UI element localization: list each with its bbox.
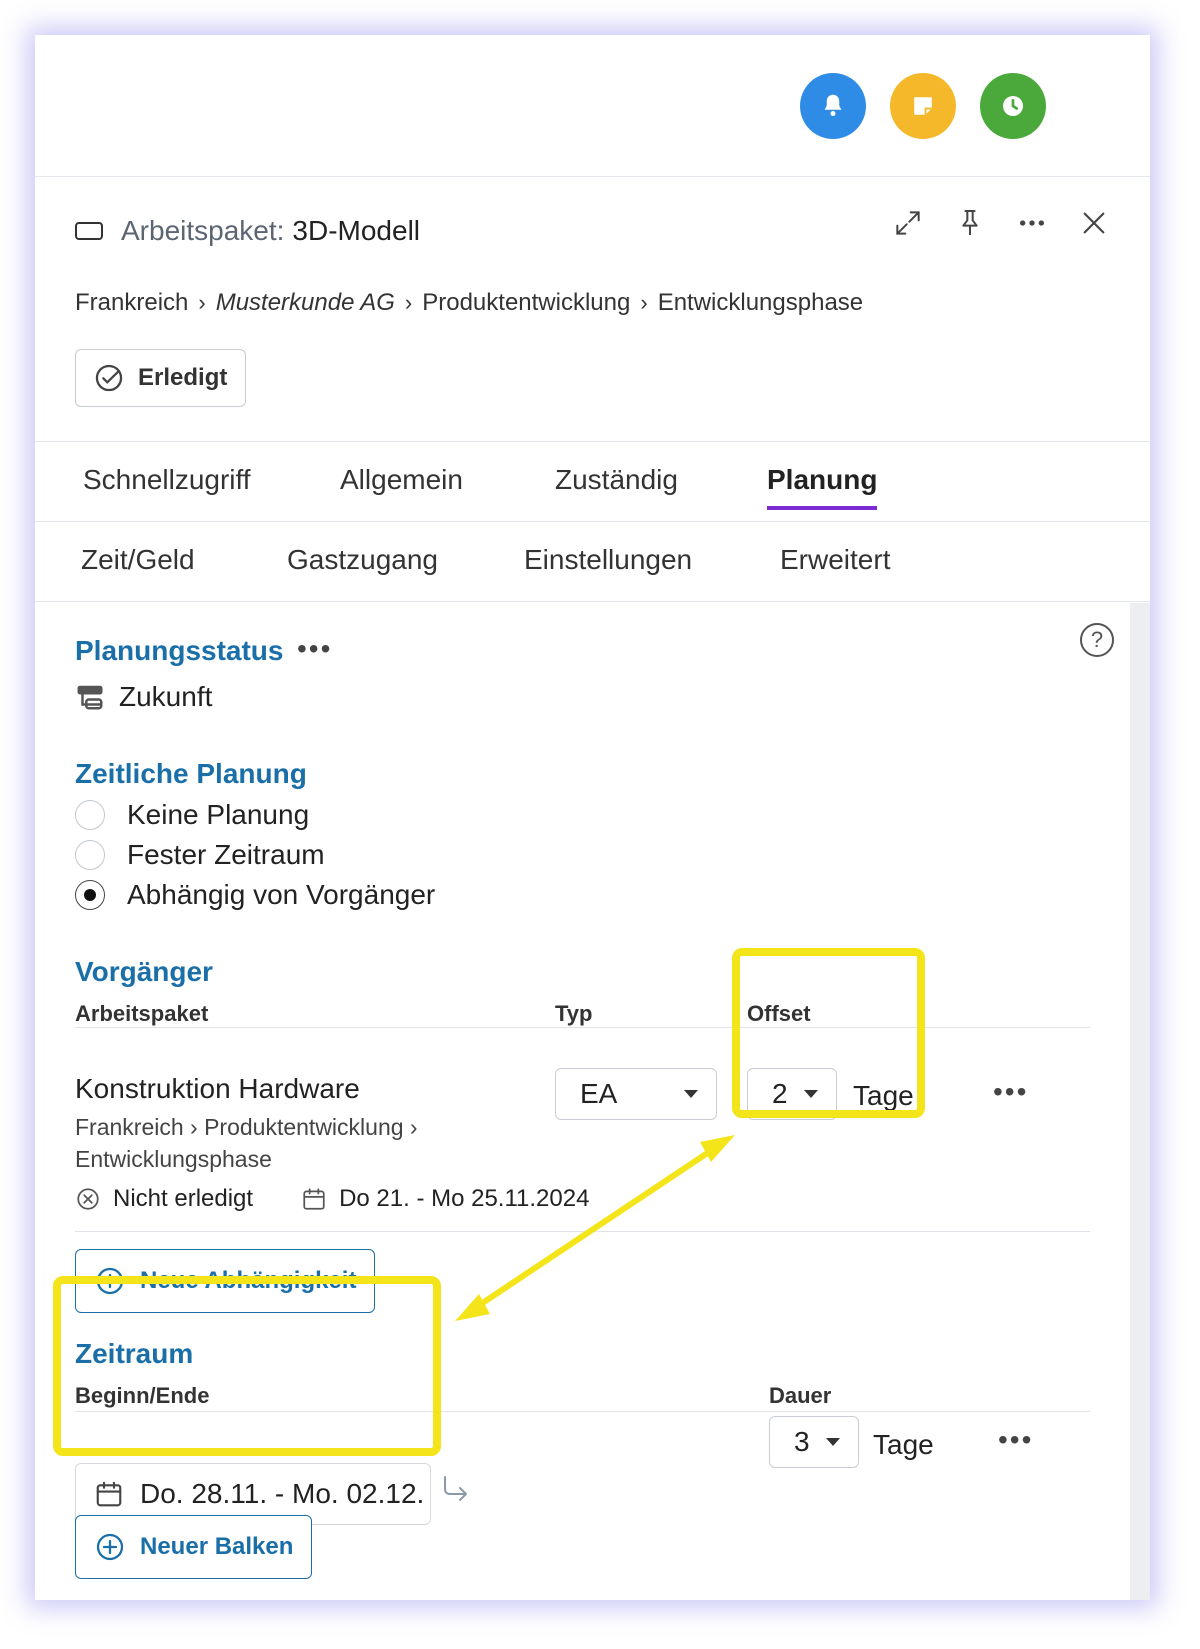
title-name: 3D-Modell (292, 215, 421, 246)
tab-bar-secondary: Zeit/Geld Gastzugang Einstellungen Erwei… (35, 522, 1150, 602)
work-package-icon (75, 222, 103, 240)
more-icon[interactable] (1016, 207, 1048, 239)
chevron-right-icon: › (404, 290, 413, 315)
tab-einstellungen[interactable]: Einstellungen (524, 544, 692, 576)
page-title: Arbeitspaket: 3D-Modell (75, 215, 420, 247)
tab-schnellzugriff[interactable]: Schnellzugriff (83, 464, 251, 496)
check-circle-icon (95, 364, 123, 392)
tab-zustaendig[interactable]: Zuständig (555, 464, 678, 496)
title-type-label: Arbeitspaket: (121, 215, 285, 246)
tab-zeit-geld[interactable]: Zeit/Geld (81, 544, 195, 576)
chevron-right-icon: › (198, 290, 206, 315)
tab-planung[interactable]: Planung (767, 464, 878, 510)
breadcrumb-item[interactable]: Entwicklungsphase (658, 289, 863, 317)
header-actions (892, 207, 1110, 239)
sticky-note-icon (914, 97, 932, 115)
panel-header: Arbeitspaket: 3D-Modell Frankreich › Mus… (35, 177, 1150, 442)
expand-icon[interactable] (892, 207, 924, 239)
tab-allgemein[interactable]: Allgemein (340, 464, 463, 496)
double-arrow-annotation (455, 1135, 735, 1321)
notes-button[interactable] (890, 73, 956, 139)
tab-bar-primary: Schnellzugriff Allgemein Zuständig Planu… (35, 442, 1150, 522)
work-package-panel: Arbeitspaket: 3D-Modell Frankreich › Mus… (35, 35, 1150, 1600)
clock-icon (1003, 96, 1023, 116)
tab-erweitert[interactable]: Erweitert (780, 544, 890, 576)
planning-content: ? Planungsstatus ••• Zukunft Zeitliche P… (35, 603, 1150, 1600)
mark-done-button[interactable]: Erledigt (75, 349, 247, 407)
notifications-button[interactable] (800, 73, 866, 139)
tab-gastzugang[interactable]: Gastzugang (287, 544, 438, 576)
breadcrumb-item[interactable]: Frankreich (75, 289, 188, 317)
close-icon[interactable] (1078, 207, 1110, 239)
chevron-right-icon: › (640, 290, 648, 315)
breadcrumb-item[interactable]: Produktentwicklung (422, 289, 630, 317)
mark-done-label: Erledigt (138, 364, 228, 391)
breadcrumb-item[interactable]: Musterkunde AG (216, 289, 395, 317)
breadcrumb: Frankreich › Musterkunde AG › Produktent… (75, 289, 863, 317)
time-tracking-button[interactable] (980, 73, 1046, 139)
pin-icon[interactable] (954, 207, 986, 239)
top-bar (35, 35, 1150, 177)
bell-icon (824, 94, 842, 116)
